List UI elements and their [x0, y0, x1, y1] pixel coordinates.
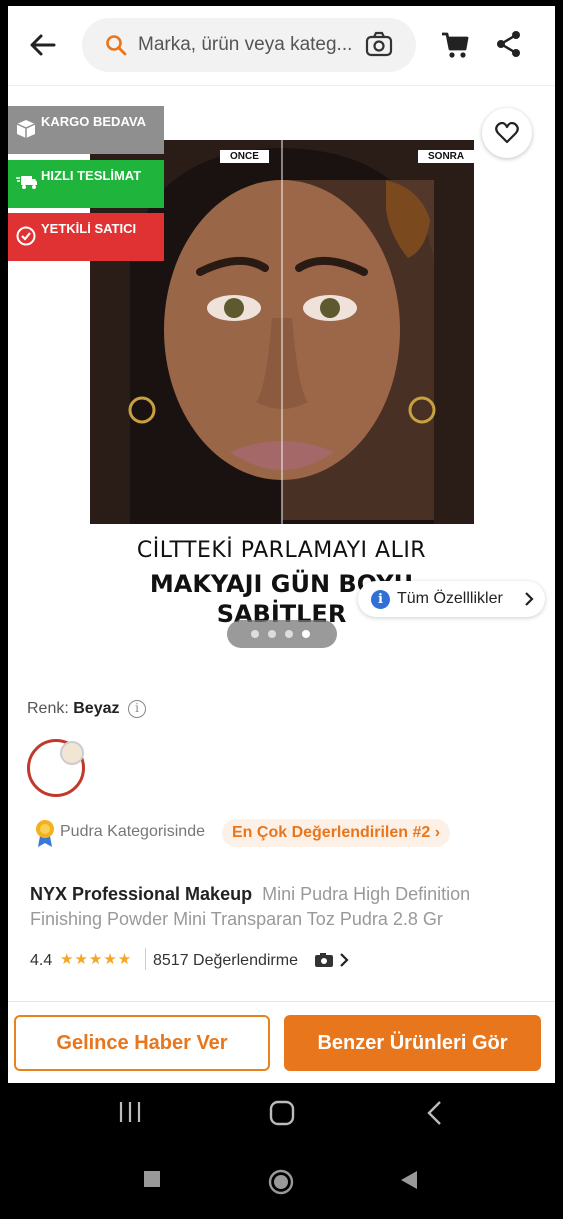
ranking-label: Pudra Kategorisinde	[60, 823, 205, 840]
color-info-icon[interactable]: i	[128, 700, 146, 718]
carousel-dot	[285, 630, 293, 638]
carousel-indicator	[227, 620, 337, 648]
similar-products-button[interactable]: Benzer Ürünleri Gör	[284, 1015, 541, 1071]
search-icon	[106, 35, 127, 56]
badge-fast-delivery: HIZLI TESLİMAT	[8, 160, 164, 208]
back-arrow-icon[interactable]	[26, 28, 60, 62]
search-bar[interactable]: Marka, ürün veya kateg...	[82, 18, 416, 72]
ranking-pill-label: En Çok Değerlendirilen #2	[232, 824, 431, 841]
color-label-text: Renk:	[27, 700, 69, 717]
triangle-nav-icon[interactable]	[400, 1170, 418, 1190]
color-value: Beyaz	[73, 700, 120, 717]
cart-icon[interactable]	[440, 30, 470, 60]
divider	[145, 948, 146, 970]
rating-score: 4.4	[30, 952, 53, 969]
badge-free-shipping: KARGO BEDAVA	[8, 106, 164, 154]
share-icon[interactable]	[495, 30, 523, 58]
product-title: NYX Professional Makeup Mini Pudra High …	[30, 882, 535, 932]
ranking-pill[interactable]: En Çok Değerlendirilen #2 ›	[222, 819, 451, 847]
info-icon: i	[371, 590, 390, 609]
product-brand[interactable]: NYX Professional Makeup	[30, 884, 252, 904]
bottom-action-bar: Gelince Haber Ver Benzer Ürünleri Gör	[8, 1001, 555, 1083]
circle-nav-icon[interactable]	[268, 1169, 294, 1195]
carousel-dot	[251, 630, 259, 638]
notify-me-button[interactable]: Gelince Haber Ver	[14, 1015, 270, 1071]
square-nav-icon[interactable]	[143, 1170, 161, 1188]
search-placeholder: Marka, ürün veya kateg...	[138, 34, 353, 55]
badge-label: KARGO BEDAVA	[41, 114, 146, 129]
favorite-button[interactable]	[482, 108, 532, 158]
rating-stars: ★★★★★	[60, 951, 133, 968]
carousel-dot-active	[302, 630, 310, 638]
color-swatch-selected[interactable]	[27, 739, 85, 797]
review-count-link[interactable]: 8517 Değerlendirme	[153, 952, 298, 970]
carousel-dot	[268, 630, 276, 638]
chevron-right-icon[interactable]	[339, 952, 349, 968]
all-features-label: Tüm Özelllikler	[397, 590, 503, 607]
app-window: Marka, ürün veya kateg... ONCE SONRA CİL…	[8, 6, 555, 1083]
product-thumbnail	[60, 741, 84, 765]
badge-authorized-seller: YETKİLİ SATICI	[8, 213, 164, 261]
home-icon[interactable]	[269, 1100, 295, 1126]
badge-label: YETKİLİ SATICI	[41, 221, 137, 236]
camera-search-icon[interactable]	[364, 31, 394, 59]
chevron-right-icon	[525, 592, 534, 606]
photo-review-icon	[315, 953, 333, 967]
recent-apps-icon[interactable]	[118, 1100, 142, 1124]
after-label: SONRA	[418, 150, 474, 163]
box-icon	[16, 120, 36, 138]
badge-label: HIZLI TESLİMAT	[41, 168, 142, 183]
heart-icon	[495, 122, 519, 144]
before-label: ONCE	[220, 150, 269, 163]
phone-screen: Marka, ürün veya kateg... ONCE SONRA CİL…	[0, 0, 563, 1219]
caption-line-1: CİLTTEKİ PARLAMAYI ALIR	[136, 538, 427, 563]
medal-icon	[36, 820, 54, 847]
check-shield-icon	[16, 226, 36, 246]
back-icon[interactable]	[426, 1100, 444, 1126]
truck-icon	[16, 176, 37, 189]
color-label: Renk: Beyaz	[27, 700, 120, 718]
top-bar: Marka, ürün veya kateg...	[8, 6, 555, 86]
all-features-button[interactable]: i Tüm Özelllikler	[358, 581, 545, 617]
